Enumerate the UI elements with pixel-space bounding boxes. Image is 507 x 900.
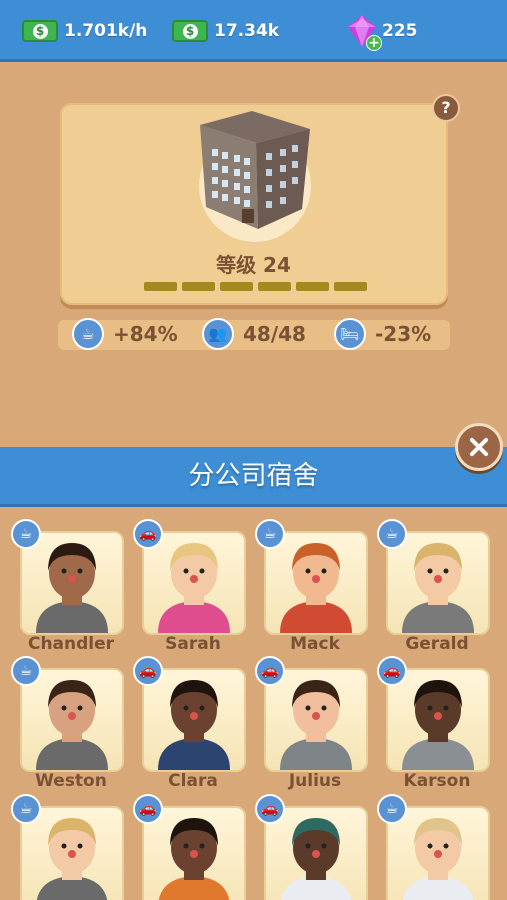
close-button[interactable] [455, 423, 503, 471]
employee-name: Chandler [27, 634, 115, 654]
employee-avatar [158, 543, 230, 633]
coffee-icon: ☕ [11, 519, 41, 549]
building-level: 等级 24 [216, 253, 291, 277]
employee-card[interactable] [20, 531, 124, 635]
progress-segment [220, 282, 253, 291]
progress-segment [182, 282, 215, 291]
employee-avatar [158, 680, 230, 770]
help-button[interactable]: ? [432, 94, 460, 122]
cash-icon: $ [172, 20, 208, 42]
top-bar: $ 1.701k/h $ 17.34k + 225 [0, 0, 507, 62]
employee-card[interactable] [264, 668, 368, 772]
car-icon: 🚗 [133, 794, 163, 824]
level-progress-bar [144, 282, 367, 291]
metric-value: +84% [113, 322, 178, 346]
employee-avatar [280, 818, 352, 900]
cash-value: 17.34k [214, 21, 280, 41]
employee-avatar [402, 818, 474, 900]
people-icon: 👥 [202, 318, 234, 350]
car-icon: 🚗 [255, 656, 285, 686]
gem-count: 225 [382, 21, 418, 41]
metric-sleep: 🛏 -23% [334, 318, 431, 350]
employee-name: Clara [168, 771, 218, 791]
coffee-icon: ☕ [377, 794, 407, 824]
car-icon: 🚗 [133, 519, 163, 549]
employee-card[interactable] [386, 531, 490, 635]
cash-icon: $ [22, 20, 58, 42]
employee-name: Weston [35, 771, 107, 791]
employee-avatar [402, 543, 474, 633]
employee-card[interactable] [142, 668, 246, 772]
progress-segment [258, 282, 291, 291]
employee-avatar [158, 818, 230, 900]
coffee-icon: ☕ [72, 318, 104, 350]
employee-card[interactable] [264, 531, 368, 635]
employee-name: Gerald [405, 634, 469, 654]
metric-coffee: ☕ +84% [72, 318, 178, 350]
coffee-icon: ☕ [11, 794, 41, 824]
building-icon [200, 111, 310, 229]
employee-avatar [36, 543, 108, 633]
add-gems-icon[interactable]: + [366, 35, 382, 51]
coffee-icon: ☕ [255, 519, 285, 549]
metric-value: 48/48 [243, 322, 306, 346]
employee-name: Julius [288, 771, 342, 791]
metric-occupancy: 👥 48/48 [202, 318, 306, 350]
employee-avatar [280, 543, 352, 633]
panel-title: 分公司宿舍 [0, 447, 507, 507]
employee-card[interactable] [386, 668, 490, 772]
metric-value: -23% [375, 322, 432, 346]
coffee-icon: ☕ [377, 519, 407, 549]
income-rate-value: 1.701k/h [64, 21, 148, 41]
progress-segment [334, 282, 367, 291]
progress-segment [144, 282, 177, 291]
employee-avatar [402, 680, 474, 770]
employee-name: Mack [290, 634, 340, 654]
coffee-icon: ☕ [11, 656, 41, 686]
employee-avatar [36, 818, 108, 900]
employee-card[interactable] [142, 531, 246, 635]
cash-stat: $ 17.34k [172, 16, 279, 46]
employee-name: Karson [403, 771, 471, 791]
bed-icon: 🛏 [334, 318, 366, 350]
income-rate-stat: $ 1.701k/h [22, 16, 147, 46]
employee-name: Sarah [165, 634, 221, 654]
car-icon: 🚗 [377, 656, 407, 686]
employee-card[interactable] [20, 668, 124, 772]
car-icon: 🚗 [255, 794, 285, 824]
gem-stat[interactable]: + 225 [348, 15, 418, 51]
progress-segment [296, 282, 329, 291]
car-icon: 🚗 [133, 656, 163, 686]
employee-avatar [36, 680, 108, 770]
gem-icon[interactable]: + [348, 15, 382, 51]
employee-avatar [280, 680, 352, 770]
